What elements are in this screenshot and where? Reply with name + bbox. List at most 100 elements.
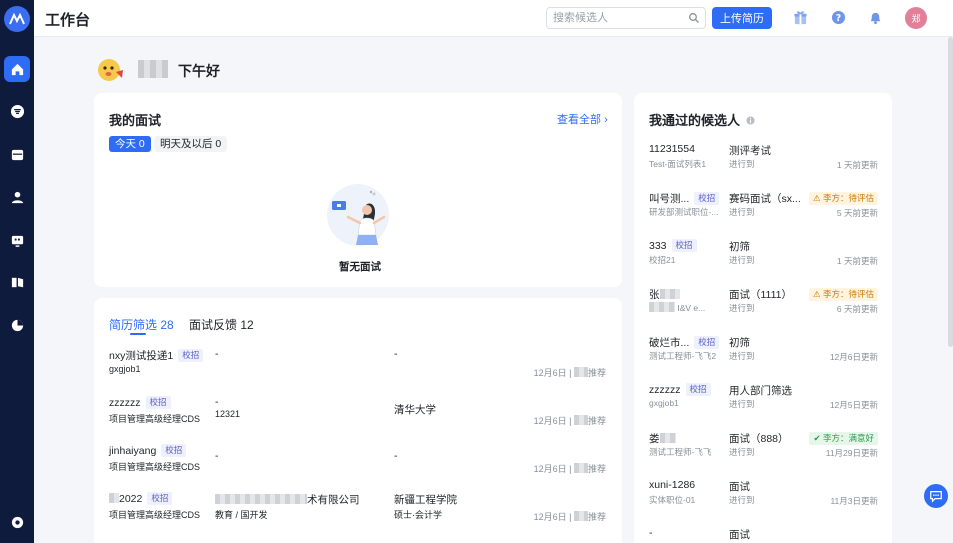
warning-icon: ⚠: [812, 193, 821, 203]
list-item[interactable]: zzzzzz 校招 gxgjob1 用人部门筛选 进行到 12月5日更新: [634, 383, 892, 431]
campus-tag: 校招: [671, 239, 697, 252]
user-name-redacted: [138, 60, 168, 78]
nav-calendar[interactable]: [4, 141, 30, 167]
table-row[interactable]: nxy测试投递1 校招 gxgjob1 - - 12月6日 | 推荐: [94, 348, 622, 396]
side-nav: [0, 0, 34, 543]
list-item[interactable]: xuni-1286 实体职位-01 面试 进行到 11月3日更新: [634, 479, 892, 527]
row-meta: 12月6日 | 推荐: [533, 463, 606, 474]
nav-jobs[interactable]: [4, 269, 30, 295]
update-time: 11月3日更新: [830, 496, 878, 506]
list-item[interactable]: - 面试: [634, 527, 892, 543]
list-item[interactable]: 娄 测试工程师-飞飞 面试（888） 进行到 ✔ 李方：满意好 11月29日更新: [634, 431, 892, 479]
chat-support-button[interactable]: [924, 484, 948, 508]
search-input[interactable]: [547, 8, 677, 28]
candidate-stage: 面试: [729, 529, 750, 541]
upload-resume-button[interactable]: 上传简历: [712, 7, 772, 29]
svg-text:?: ?: [836, 13, 841, 24]
candidate-name: 333 校招: [649, 239, 697, 252]
candidate-job: 项目管理高级经理CDS: [109, 510, 201, 520]
app-logo[interactable]: [4, 6, 30, 32]
candidate-name: zzzzzz 校招: [109, 396, 171, 409]
today-filter[interactable]: 今天 0: [109, 136, 151, 152]
stage-caption: 进行到: [729, 159, 755, 169]
candidate-name: nxy测试投递1 校招: [109, 348, 204, 363]
table-row[interactable]: zzzzzz 校招 项目管理高级经理CDS - 12321 清华大学 12月6日 …: [94, 396, 622, 444]
check-icon: ✔: [813, 433, 821, 443]
candidate-stage: 用人部门筛选: [729, 385, 792, 397]
candidate-name: jinhaiyang 校招: [109, 444, 187, 457]
candidate-job: 项目管理高级经理CDS: [109, 414, 201, 424]
nav-settings[interactable]: [4, 509, 30, 535]
search-icon[interactable]: [688, 12, 700, 24]
calendar-icon: [11, 149, 23, 160]
candidate-name: xuni-1286: [649, 479, 696, 491]
table-row[interactable]: jinhaiyang 校招 项目管理高级经理CDS - - 12月6日 | 推荐: [94, 444, 622, 492]
empty-state-illustration: [327, 184, 389, 246]
view-all-link[interactable]: 查看全部 ›: [557, 111, 608, 127]
candidate-company: -: [215, 396, 219, 408]
update-time: 5 天前更新: [836, 208, 878, 218]
nav-interview[interactable]: [4, 227, 30, 253]
list-item[interactable]: 333 校招 校招21 初筛 进行到 1 天前更新: [634, 239, 892, 287]
info-icon[interactable]: [746, 116, 755, 125]
campus-tag: 校招: [694, 336, 720, 349]
pie-chart-icon: [11, 319, 23, 331]
page-scrollbar[interactable]: [948, 37, 953, 347]
search-box[interactable]: [546, 7, 706, 29]
help-icon[interactable]: ?: [830, 9, 847, 26]
list-item[interactable]: 张 I&V e... 面试（1111） 进行到 ⚠ 李方：待评估 6 天前更新: [634, 287, 892, 335]
update-time: 1 天前更新: [836, 256, 878, 266]
nav-reports[interactable]: [4, 312, 30, 338]
update-time: 6 天前更新: [836, 304, 878, 314]
candidate-degree: 硕士·会计学: [394, 510, 442, 520]
evaluation-badge: ⚠ 李方：待评估: [808, 192, 878, 205]
user-avatar[interactable]: 郑: [905, 7, 927, 29]
screen-icon: [11, 235, 23, 247]
update-time: 12月5日更新: [829, 400, 878, 410]
page-title: 工作台: [45, 12, 91, 29]
nav-candidates[interactable]: [4, 184, 30, 210]
candidate-school: 清华大学: [394, 404, 436, 416]
candidate-job: 研发部测试职位-...: [649, 207, 719, 217]
greeting-text: 下午好: [178, 63, 220, 79]
nav-home[interactable]: [4, 56, 30, 82]
row-meta: 12月6日 | 推荐: [533, 415, 606, 426]
candidate-school: 新疆工程学院: [394, 494, 457, 506]
tab-resume-screening[interactable]: 简历筛选 28: [109, 316, 174, 333]
nav-filter[interactable]: [4, 98, 30, 124]
list-item[interactable]: 破烂市... 校招 测试工程师-飞飞2 初筛 进行到 12月6日更新: [634, 335, 892, 383]
stage-caption: 进行到: [729, 399, 755, 409]
candidate-name: 张: [649, 287, 680, 302]
gift-icon[interactable]: [792, 9, 809, 26]
candidate-name: 叫号测... 校招: [649, 191, 720, 206]
empty-interviews-text: 暂无面试: [339, 261, 381, 273]
book-icon: [11, 277, 23, 287]
campus-tag: 校招: [147, 492, 173, 505]
top-bar: 工作台 上传简历 ? 郑: [34, 0, 953, 37]
list-item[interactable]: 11231554 Test-面试列表1 测评考试 进行到 1 天前更新: [634, 143, 892, 191]
candidate-stage: 面试: [729, 481, 750, 493]
later-filter[interactable]: 明天及以后 0: [154, 136, 228, 152]
candidate-company: -: [215, 450, 219, 462]
candidate-company-detail: 12321: [215, 409, 241, 419]
candidate-company: -: [215, 348, 219, 360]
candidate-job: 实体职位-01: [649, 495, 696, 505]
active-tab-indicator: [130, 333, 146, 335]
filter-icon: [10, 104, 24, 118]
home-icon: [11, 63, 23, 75]
campus-tag: 校招: [685, 383, 711, 396]
candidate-job: 测试工程师-飞飞2: [649, 351, 717, 361]
table-row[interactable]: 2022 校招 项目管理高级经理CDS 术有限公司 教育 / 国开发 新疆工程学院…: [94, 492, 622, 540]
update-time: 12月6日更新: [829, 352, 878, 362]
settings-icon: [11, 516, 23, 528]
bell-icon[interactable]: [867, 9, 884, 26]
candidate-job: 校招21: [649, 255, 676, 265]
candidate-name: 2022 校招: [109, 492, 173, 505]
candidate-job: Test-面试列表1: [649, 159, 707, 169]
candidate-stage: 面试（1111）: [729, 289, 793, 301]
candidate-job: gxgjob1: [649, 398, 679, 408]
evaluation-badge: ⚠ 李方：待评估: [808, 288, 878, 301]
list-item[interactable]: 叫号测... 校招 研发部测试职位-... 赛码面试（sx... 进行到 ⚠ 李方…: [634, 191, 892, 239]
tab-interview-feedback[interactable]: 面试反馈 12: [189, 316, 254, 333]
candidate-industry: 教育 / 国开发: [215, 510, 268, 520]
